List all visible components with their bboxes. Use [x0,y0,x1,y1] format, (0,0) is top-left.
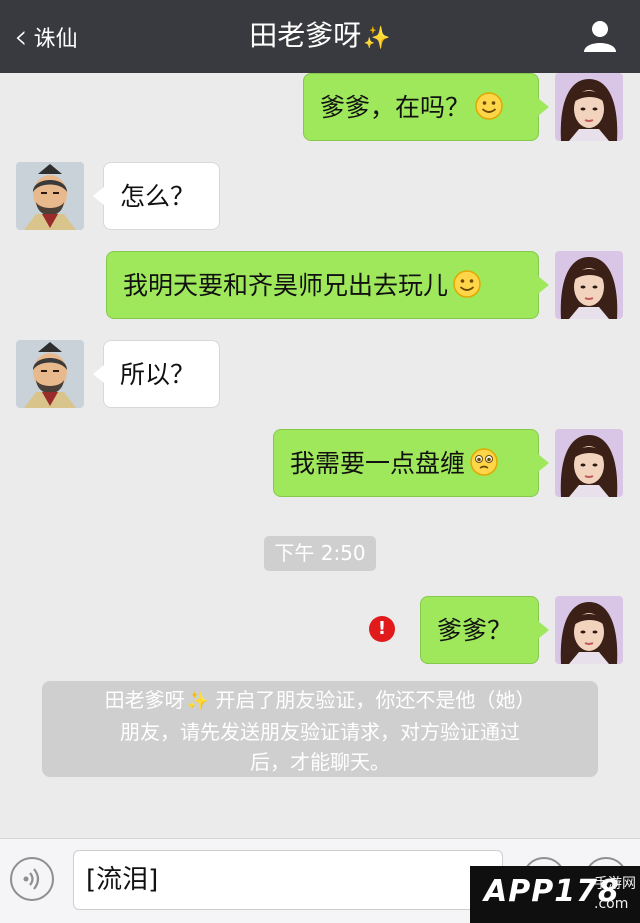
system-notice-text: 开启了朋友验证，你还不是他（她） [215,688,536,712]
smile-emoji-icon [453,270,481,298]
message-bubble-outgoing[interactable]: 爹爹，在吗？ [303,73,549,141]
message-bubble-outgoing[interactable]: 我需要一点盘缠 [273,429,549,497]
avatar-me[interactable] [555,251,623,319]
message-text: 爹爹？ [437,616,513,645]
system-notice-line2: 朋友，请先发送朋友验证请求，对方验证通过 [120,720,520,744]
voice-icon [23,868,40,890]
send-failed-icon[interactable]: ! [369,616,395,642]
watermark-sub: 手游网 [594,876,636,892]
chat-title: 田老爹呀✨ [0,18,640,57]
navbar: ‹ 诛仙 田老爹呀✨ [0,0,640,73]
message-bubble-incoming[interactable]: 所以？ [93,340,220,408]
watermark-logo: APP178 手游网 .com [470,866,640,923]
message-input[interactable]: [流泪] [73,850,503,910]
system-notice-line1: 田老爹呀 ✨ 开启了朋友验证，你还不是他（她） [64,685,576,717]
sparkle-icon: ✨ [186,691,210,712]
avatar-me[interactable] [555,429,623,497]
pleading-emoji-icon [470,448,498,476]
system-notice: 田老爹呀 ✨ 开启了朋友验证，你还不是他（她） 朋友，请先发送朋友验证请求，对方验… [42,681,598,777]
avatar-me[interactable] [555,73,623,141]
sparkle-icon: ✨ [363,26,391,51]
message-bubble-outgoing[interactable]: 爹爹？ [420,596,549,664]
message-bubble-incoming[interactable]: 怎么？ [93,162,220,230]
system-notice-name: 田老爹呀 [104,688,185,712]
message-text: 我明天要和齐昊师兄出去玩儿 [123,271,449,300]
avatar-contact[interactable] [16,162,84,230]
system-notice-line3: 后，才能聊天。 [250,750,390,774]
timestamp-label: 下午 2:50 [264,536,376,571]
message-bubble-outgoing[interactable]: 我明天要和齐昊师兄出去玩儿 [106,251,549,319]
watermark-domain: .com [594,896,629,912]
profile-icon[interactable] [582,18,618,54]
avatar-me[interactable] [555,596,623,664]
avatar-contact[interactable] [16,340,84,408]
chat-title-text: 田老爹呀 [249,19,362,52]
message-text: 怎么？ [120,182,196,211]
message-text: 我需要一点盘缠 [290,449,466,478]
message-text: 爹爹，在吗？ [320,93,471,122]
chat-area[interactable]: 爹爹，在吗？ 怎么？ 我明天要和齐昊师兄出去玩儿 所以？ 我需要一点盘缠 下午 … [0,73,640,838]
smile-emoji-icon [475,92,503,120]
voice-toggle-button[interactable] [10,857,54,901]
message-text: 所以？ [120,360,196,389]
